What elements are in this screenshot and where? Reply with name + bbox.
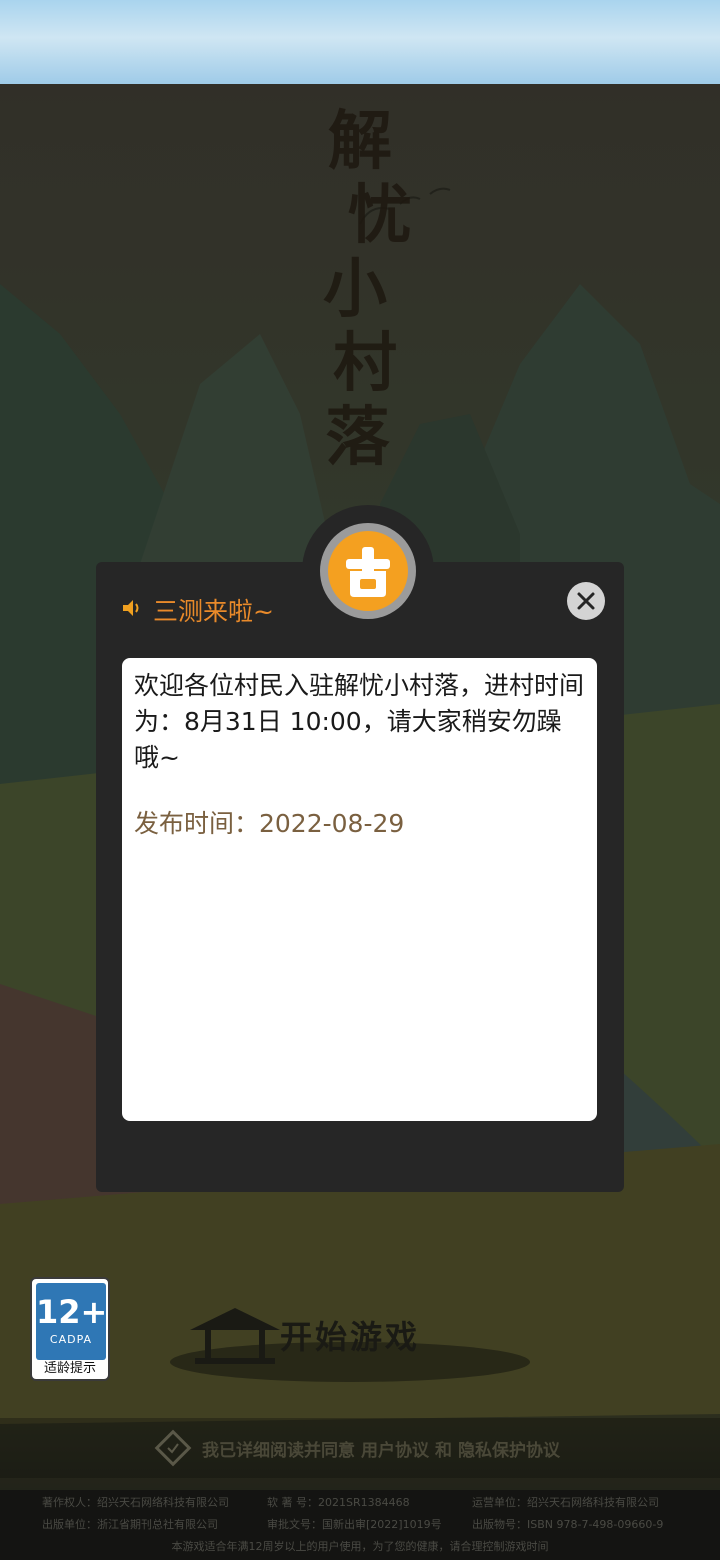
close-icon — [577, 592, 595, 610]
age-label: 适龄提示 — [43, 1361, 96, 1376]
software-reg: 软 著 号：2021SR1384468 — [267, 1496, 410, 1509]
agreement-and: 和 — [435, 1440, 452, 1461]
footer-row: 出版单位：浙江省期刊总社有限公司 审批文号：国新出审[2022]1019号 出版… — [0, 1516, 720, 1536]
notice-title: 三测来啦~ — [153, 597, 274, 626]
approval-number: 审批文号：国新出审[2022]1019号 — [267, 1518, 442, 1531]
footer: 著作权人：绍兴天石网络科技有限公司 软 著 号：2021SR1384468 运营… — [0, 1490, 720, 1560]
agreement-prefix: 我已详细阅读并同意 — [202, 1440, 355, 1461]
footer-row: 著作权人：绍兴天石网络科技有限公司 软 著 号：2021SR1384468 运营… — [0, 1494, 720, 1514]
publish-time: 发布时间：2022-08-29 — [134, 809, 405, 838]
age-rating-panel: 12+ CADPA — [36, 1283, 108, 1360]
title-char: 小 — [323, 252, 387, 327]
user-agreement-link[interactable]: 用户协议 — [361, 1436, 429, 1461]
close-button[interactable] — [567, 582, 605, 620]
age-rating-badge[interactable]: 12+ CADPA 适龄提示 — [30, 1277, 110, 1381]
start-game-label: 开始游戏 — [280, 1318, 421, 1356]
age-number: 12+ — [36, 1293, 108, 1331]
age-org: CADPA — [49, 1333, 93, 1346]
title-char: 忧 — [348, 178, 412, 253]
copyright-owner: 著作权人：绍兴天石网络科技有限公司 — [42, 1496, 229, 1509]
speaker-icon — [121, 597, 143, 623]
modal-logo — [320, 523, 416, 619]
title-char: 解 — [328, 104, 392, 179]
game-title-logo: 解 忧 小 村 落 — [300, 105, 420, 475]
privacy-policy-link[interactable]: 隐私保护协议 — [458, 1436, 560, 1461]
notice-header: 三测来啦~ — [121, 592, 274, 628]
sky-strip — [0, 0, 720, 84]
start-game-button[interactable]: 开始游戏 — [150, 1290, 570, 1390]
ji-logo-icon — [328, 531, 408, 611]
title-char: 落 — [325, 400, 390, 475]
publisher: 出版单位：浙江省期刊总社有限公司 — [42, 1518, 218, 1531]
operator: 运营单位：绍兴天石网络科技有限公司 — [472, 1496, 659, 1509]
notice-body: 欢迎各位村民入驻解忧小村落，进村时间为：8月31日 10:00，请大家稍安勿躁哦… — [134, 671, 585, 772]
isbn: 出版物号：ISBN 978-7-498-09660-9 — [472, 1518, 664, 1531]
title-char: 村 — [333, 326, 397, 401]
pavilion-icon — [190, 1308, 280, 1364]
checkbox-icon[interactable] — [154, 1429, 192, 1467]
agreement-row: 我已详细阅读并同意 用户协议 和 隐私保护协议 — [0, 1418, 720, 1478]
notice-content-box[interactable]: 欢迎各位村民入驻解忧小村落，进村时间为：8月31日 10:00，请大家稍安勿躁哦… — [122, 658, 597, 1121]
age-notice: 本游戏适合年满12周岁以上的用户使用，为了您的健康，请合理控制游戏时间 — [171, 1540, 549, 1553]
